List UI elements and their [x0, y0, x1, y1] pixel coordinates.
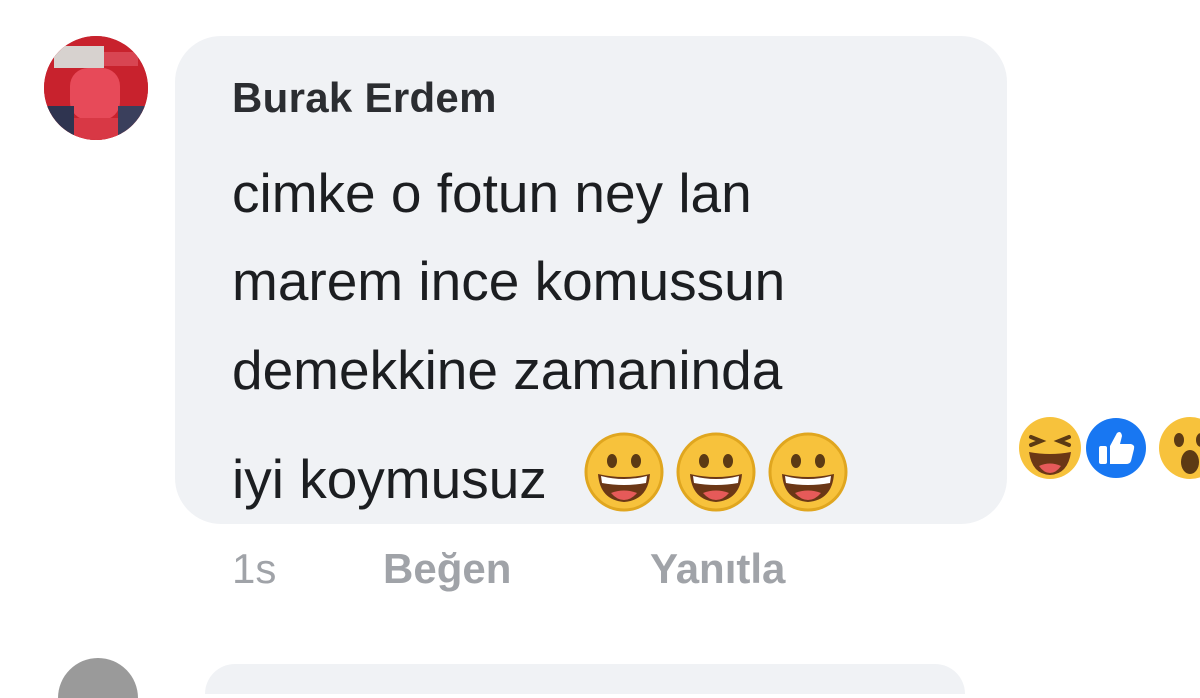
reply-button[interactable]: Yanıtla: [650, 545, 785, 593]
emoji-row: [584, 432, 848, 512]
grinning-face-icon: [584, 432, 664, 512]
comment-text-line: cimke o fotun ney lan: [232, 162, 752, 224]
grinning-face-icon: [768, 432, 848, 512]
avatar[interactable]: [44, 36, 148, 140]
comment-text-line: marem ince komussun: [232, 250, 786, 312]
comment-text-line: iyi koymusuz: [232, 448, 547, 510]
wow-face-icon: [1152, 410, 1200, 486]
grinning-face-icon: [676, 432, 756, 512]
comment-text-line: demekkine zamaninda: [232, 339, 783, 401]
next-comment-avatar[interactable]: [58, 658, 138, 698]
like-button[interactable]: Beğen: [383, 545, 511, 593]
reaction-summary[interactable]: [1012, 410, 1200, 486]
comment-author[interactable]: Burak Erdem: [232, 74, 497, 122]
laughing-face-icon: [1012, 410, 1088, 486]
like-thumb-icon: [1078, 410, 1154, 486]
comment-timestamp[interactable]: 1s: [232, 545, 276, 593]
next-comment-bubble: [205, 664, 965, 694]
comment-text-line-with-emoji: iyi koymusuz: [232, 432, 848, 512]
